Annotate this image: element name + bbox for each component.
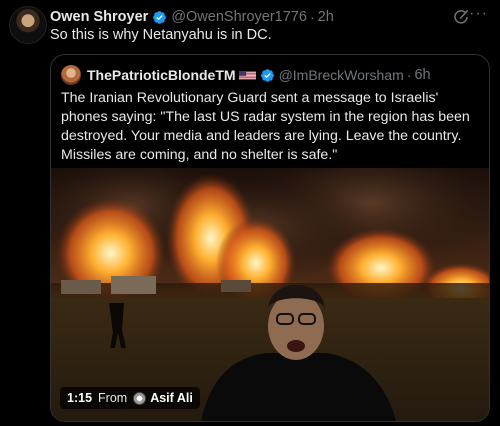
quoted-header: ThePatrioticBlondeTM @ImBreckWorsham · 6… xyxy=(61,65,479,85)
quoted-time[interactable]: 6h xyxy=(414,67,430,83)
post-text: So this is why Netanyahu is in DC. xyxy=(50,27,272,43)
verified-badge-icon xyxy=(153,10,167,24)
source-avatar-icon xyxy=(133,391,147,405)
quoted-post[interactable]: ThePatrioticBlondeTM @ImBreckWorsham · 6… xyxy=(50,54,490,422)
separator-dot: · xyxy=(309,9,315,25)
verified-badge-icon xyxy=(260,68,274,82)
quoted-author-name[interactable]: ThePatrioticBlondeTM xyxy=(87,67,236,83)
author-avatar[interactable] xyxy=(9,6,47,44)
video-duration: 1:15 xyxy=(67,391,93,405)
us-flag-icon xyxy=(238,70,256,80)
quoted-text: The Iranian Revolutionary Guard sent a m… xyxy=(61,90,470,163)
video-player[interactable]: 1:15 From Asif Ali xyxy=(51,168,489,421)
video-duration-badge: 1:15 From Asif Ali xyxy=(60,387,200,409)
author-name[interactable]: Owen Shroyer xyxy=(50,9,148,25)
quoted-author-avatar[interactable] xyxy=(61,65,81,85)
more-icon[interactable]: ··· xyxy=(469,5,488,23)
from-label: From xyxy=(98,391,128,405)
post-header: Owen Shroyer @OwenShroyer1776 · 2h ··· xyxy=(50,5,488,27)
quoted-author-handle[interactable]: @ImBreckWorsham xyxy=(279,67,404,83)
author-handle[interactable]: @OwenShroyer1776 xyxy=(171,9,307,25)
post-time[interactable]: 2h xyxy=(318,9,334,25)
video-source-name[interactable]: Asif Ali xyxy=(150,391,193,405)
grok-icon[interactable] xyxy=(452,8,470,26)
separator-dot: · xyxy=(406,67,412,83)
video-frame xyxy=(51,168,489,421)
